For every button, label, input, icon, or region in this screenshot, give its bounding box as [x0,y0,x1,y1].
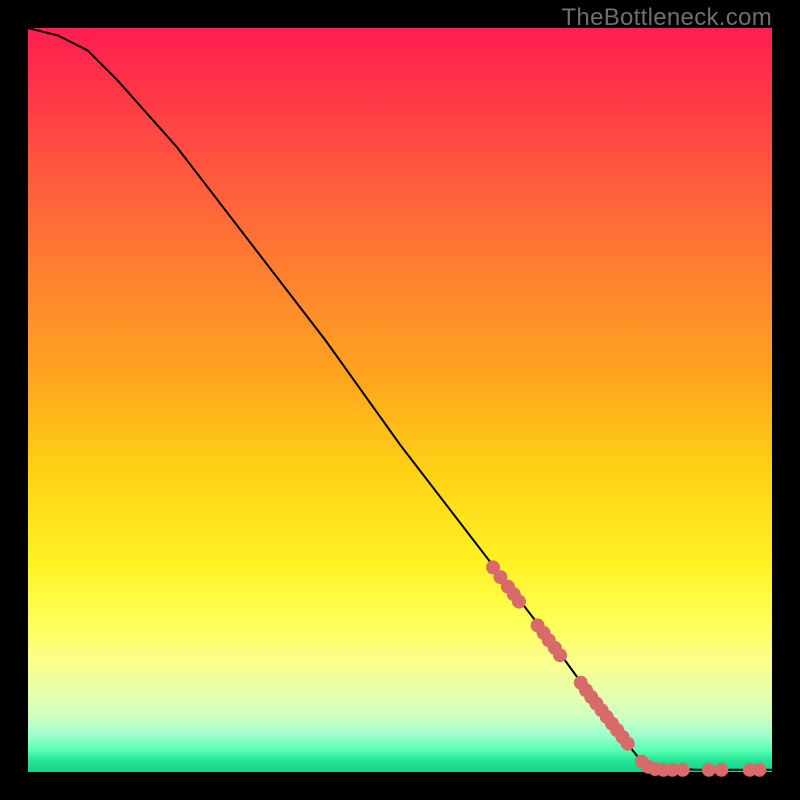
bottleneck-curve [28,28,772,770]
marker-dot [553,648,567,662]
marker-dot [512,595,526,609]
marker-dot [714,763,728,777]
marker-dot [676,763,690,777]
marker-dot [752,763,766,777]
marker-dot [702,763,716,777]
marker-group [486,560,766,776]
marker-dot [621,737,635,751]
watermark-text: TheBottleneck.com [561,4,772,32]
chart-frame: TheBottleneck.com [0,0,800,800]
plot-area [28,28,772,772]
curve-layer [28,28,772,772]
